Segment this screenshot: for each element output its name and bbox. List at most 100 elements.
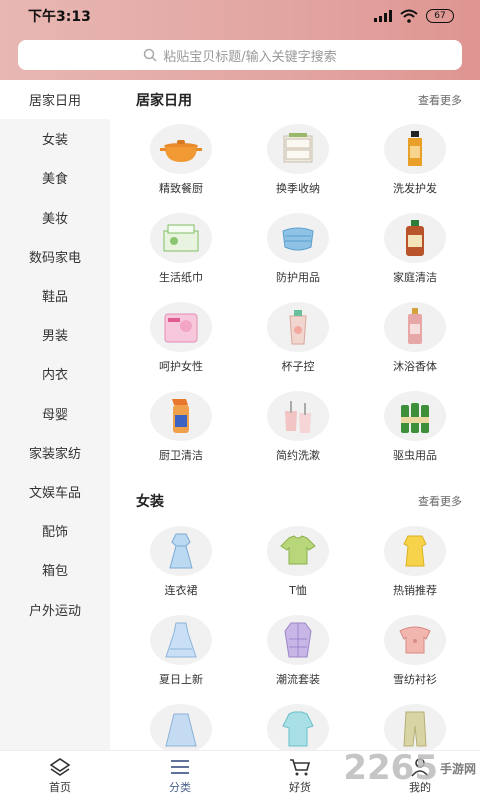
sidebar-item-beauty[interactable]: 美妆 (0, 198, 110, 237)
category-item-label: 连衣裙 (164, 584, 198, 597)
category-item[interactable]: T恤 (243, 526, 353, 598)
category-item[interactable]: 驱虫用品 (360, 391, 470, 463)
category-item-label: 洗发护发 (393, 182, 437, 195)
section-title: 居家日用 (136, 93, 192, 109)
green-bottles-icon (384, 391, 446, 441)
spray-bottle-icon (150, 391, 212, 441)
sidebar-item-men[interactable]: 男装 (0, 315, 110, 354)
category-item[interactable] (243, 704, 353, 750)
category-item-label: 雪纺衬衫 (393, 673, 437, 686)
sidebar-item-electronics[interactable]: 数码家电 (0, 237, 110, 276)
category-item[interactable] (126, 704, 236, 750)
category-item-label: 潮流套装 (276, 673, 320, 686)
perfume-icon (384, 302, 446, 352)
battery-icon: 67 (426, 9, 454, 23)
category-item-label: 驱虫用品 (393, 449, 437, 462)
suit-icon (267, 615, 329, 665)
view-more-link[interactable]: 查看更多 (418, 493, 462, 509)
category-item[interactable]: 沐浴香体 (360, 302, 470, 374)
status-bar: 下午3:13 67 (0, 0, 480, 32)
cleaner-bottle-icon (384, 213, 446, 263)
blouse-icon (267, 704, 329, 750)
category-content: 居家日用 查看更多 精致餐厨 换季收纳 洗发护发 生活纸巾 防护用品 家庭清洁 … (110, 80, 480, 750)
category-item[interactable]: 潮流套装 (243, 615, 353, 687)
home-icon (49, 757, 71, 776)
wifi-icon (400, 9, 418, 23)
search-icon (144, 48, 157, 62)
category-item[interactable]: 雪纺衬衫 (360, 615, 470, 687)
category-item[interactable]: 洗发护发 (360, 124, 470, 196)
pants-icon (384, 704, 446, 750)
tissue-icon (150, 213, 212, 263)
category-item[interactable]: 换季收纳 (243, 124, 353, 196)
toothbrush-cup-icon (267, 391, 329, 441)
sidebar-item-food[interactable]: 美食 (0, 158, 110, 197)
cart-icon (290, 758, 311, 775)
category-item-label: T恤 (289, 584, 307, 597)
category-item-label: 沐浴香体 (393, 360, 437, 373)
section-title: 女装 (136, 494, 164, 510)
category-item-label: 杯子控 (281, 360, 315, 373)
category-item[interactable]: 呵护女性 (126, 302, 236, 374)
search-input[interactable]: 粘贴宝贝标题/输入关键字搜索 (18, 40, 462, 70)
category-item[interactable]: 杯子控 (243, 302, 353, 374)
category-item-label: 防护用品 (276, 271, 320, 284)
header: 下午3:13 67 粘贴宝贝标题/输入关键字搜索 (0, 0, 480, 80)
skirt-icon (150, 704, 212, 750)
category-item[interactable]: 连衣裙 (126, 526, 236, 598)
category-item[interactable]: 家庭清洁 (360, 213, 470, 285)
cup-icon (267, 302, 329, 352)
shampoo-icon (384, 124, 446, 174)
sidebar-item-home-daily[interactable]: 居家日用 (0, 80, 110, 120)
tab-label: 首页 (49, 780, 71, 794)
category-sidebar: 居家日用 女装 美食 美妆 数码家电 鞋品 男装 内衣 母婴 家装家纺 文娱车品… (0, 80, 110, 750)
chiffon-shirt-icon (384, 615, 446, 665)
summer-dress-icon (150, 615, 212, 665)
sidebar-item-entertainment-car[interactable]: 文娱车品 (0, 472, 110, 511)
category-item[interactable]: 热销推荐 (360, 526, 470, 598)
category-icon (171, 759, 189, 774)
signal-icon (374, 10, 392, 22)
category-item[interactable]: 精致餐厨 (126, 124, 236, 196)
sidebar-item-baby[interactable]: 母婴 (0, 394, 110, 433)
storage-box-icon (267, 124, 329, 174)
tab-home[interactable]: 首页 (0, 751, 120, 800)
sidebar-item-underwear[interactable]: 内衣 (0, 354, 110, 393)
category-item[interactable]: 生活纸巾 (126, 213, 236, 285)
sidebar-item-accessories[interactable]: 配饰 (0, 511, 110, 550)
category-item[interactable]: 厨卫清洁 (126, 391, 236, 463)
category-item-label: 夏日上新 (159, 673, 203, 686)
category-item[interactable]: 简约洗漱 (243, 391, 353, 463)
sidebar-item-women[interactable]: 女装 (0, 119, 110, 158)
category-item-label: 家庭清洁 (393, 271, 437, 284)
mask-icon (267, 213, 329, 263)
category-item-label: 精致餐厨 (159, 182, 203, 195)
section-header: 居家日用 查看更多 (136, 90, 462, 110)
category-item[interactable]: 防护用品 (243, 213, 353, 285)
dress-icon (150, 526, 212, 576)
sidebar-item-shoes[interactable]: 鞋品 (0, 276, 110, 315)
tshirt-icon (267, 526, 329, 576)
status-time: 下午3:13 (28, 9, 91, 25)
watermark-logo: 2265 手游网 (343, 748, 476, 788)
view-more-link[interactable]: 查看更多 (418, 92, 462, 108)
section-header: 女装 查看更多 (136, 491, 462, 511)
sidebar-item-outdoor[interactable]: 户外运动 (0, 589, 110, 628)
watermark-sub: 手游网 (439, 761, 476, 776)
category-item[interactable] (360, 704, 470, 750)
category-item[interactable]: 夏日上新 (126, 615, 236, 687)
category-item-label: 换季收纳 (276, 182, 320, 195)
category-item-label: 生活纸巾 (159, 271, 203, 284)
yellow-top-icon (384, 526, 446, 576)
sidebar-item-bags[interactable]: 箱包 (0, 550, 110, 589)
tab-goods[interactable]: 好货 (240, 751, 360, 800)
tab-label: 分类 (169, 780, 191, 794)
tab-category[interactable]: 分类 (120, 751, 240, 800)
category-item-label: 厨卫清洁 (159, 449, 203, 462)
pot-icon (150, 124, 212, 174)
category-item-label: 简约洗漱 (276, 449, 320, 462)
category-item-label: 呵护女性 (159, 360, 203, 373)
sidebar-item-home-textile[interactable]: 家装家纺 (0, 433, 110, 472)
watermark-text: 2265 (343, 748, 438, 788)
search-placeholder: 粘贴宝贝标题/输入关键字搜索 (163, 49, 337, 65)
